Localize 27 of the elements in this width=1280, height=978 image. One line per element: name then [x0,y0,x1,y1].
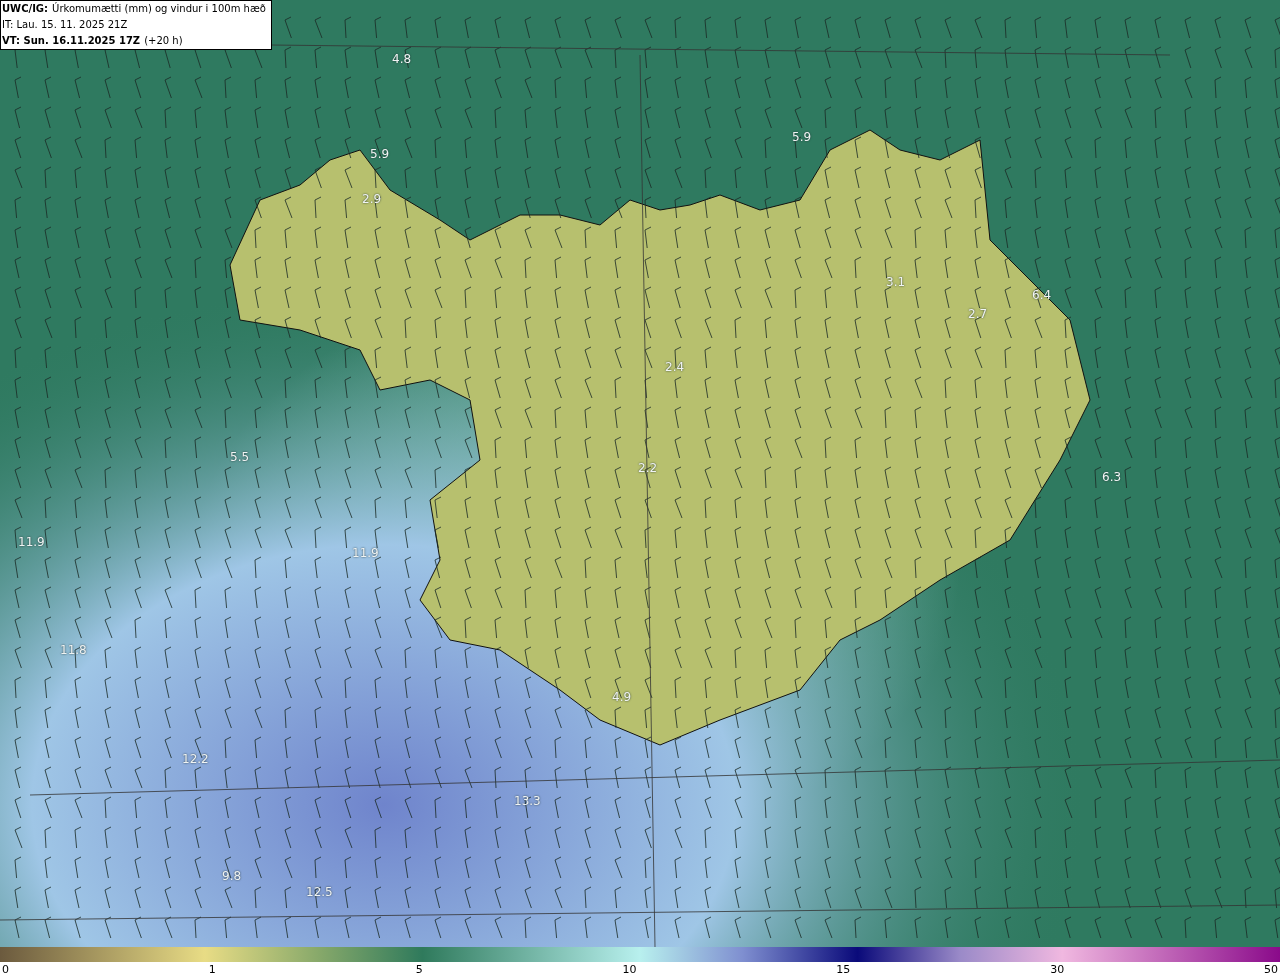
colorbar-tick-label: 30 [1050,962,1065,977]
colorbar-tick-label: 50 [1263,962,1278,977]
colorbar-tick-label: 5 [415,962,423,977]
map-value-label: 12.2 [182,751,209,768]
model-label: UWC/IG: [2,2,49,16]
map-value-label: 5.9 [370,146,390,163]
map-value-label: 2.4 [665,359,685,376]
map-value-label: 11.9 [18,534,45,551]
map-value-label: 4.8 [392,51,412,68]
init-time: IT: Lau. 15. 11. 2025 21Z [2,18,129,32]
valid-time: VT: Sun. 16.11.2025 17Z [2,34,141,48]
colorbar-tick-label: 0 [2,962,9,977]
map-value-label: 5.5 [230,449,250,466]
map-value-label: 6.3 [1102,469,1122,486]
map-value-label: 4.9 [612,689,632,706]
map-title: Úrkomumætti (mm) og vindur i 100m hæð [52,1,266,16]
map-value-label: 3.1 [886,274,906,291]
lead-time: (+20 h) [144,34,183,48]
colorbar-tick-label: 10 [622,962,637,977]
map-value-label: 11.9 [352,545,379,562]
map-value-label: 2.2 [638,460,658,477]
map-value-label: 5.9 [792,129,812,146]
colorbar-tick-label: 15 [836,962,851,977]
map-value-label: 2.7 [968,306,988,323]
map-value-label: 9.8 [222,868,242,885]
colorbar-tick-label: 1 [208,962,216,977]
map-value-label: 2.9 [362,191,382,208]
